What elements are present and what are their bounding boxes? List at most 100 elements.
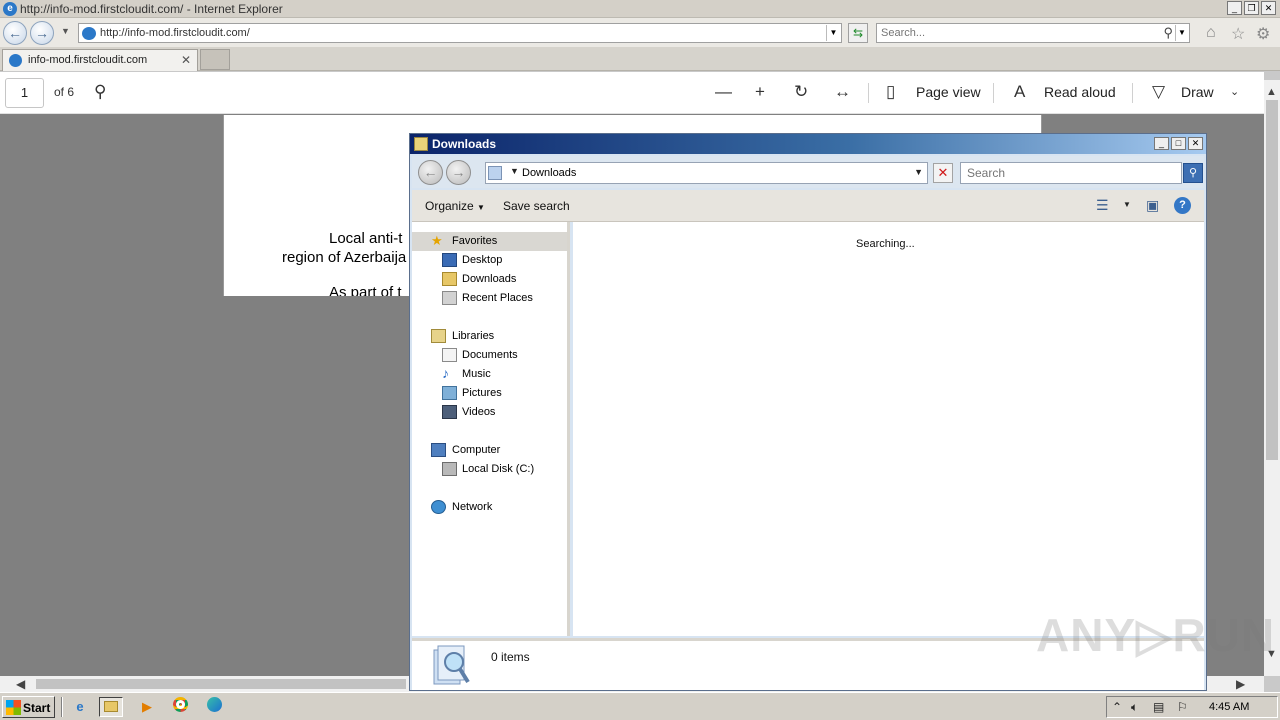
fit-width-icon[interactable]: ↔: [834, 82, 851, 102]
system-tray: ⌃ 🔈︎ ▤ ⚐ 4:45 AM: [1106, 696, 1278, 718]
address-dropdown-icon[interactable]: ▼: [826, 25, 840, 41]
tab-label: info-mod.firstcloudit.com: [28, 54, 148, 66]
sidebar-item-label: Downloads: [462, 273, 517, 285]
search-icon[interactable]: ⚲: [1163, 25, 1173, 41]
save-search-button[interactable]: Save search: [503, 199, 570, 213]
sidebar-item-label: Desktop: [462, 254, 503, 266]
music-icon: ♪: [442, 365, 449, 381]
minimize-button[interactable]: _: [1227, 1, 1242, 15]
forward-button[interactable]: →: [30, 21, 54, 45]
sidebar-item-downloads[interactable]: Downloads: [412, 270, 567, 289]
sidebar-item-network[interactable]: Network: [412, 498, 567, 517]
scroll-up-icon[interactable]: ▲: [1266, 86, 1277, 98]
maximize-button[interactable]: □: [1171, 137, 1186, 150]
chevron-down-icon[interactable]: ▼: [1123, 200, 1131, 209]
zoom-out-icon[interactable]: —: [715, 82, 732, 102]
view-options-icon[interactable]: ☰: [1096, 197, 1109, 214]
page-view-icon[interactable]: ▯: [886, 82, 895, 102]
rotate-icon[interactable]: ↻: [794, 82, 808, 102]
chrome-icon[interactable]: [168, 697, 192, 717]
gear-icon[interactable]: ⚙: [1256, 24, 1270, 44]
media-player-icon[interactable]: ▶: [135, 697, 159, 717]
downloads-folder-icon: [442, 272, 457, 286]
search-folder-icon: [433, 645, 470, 685]
organize-label: Organize: [425, 199, 474, 213]
read-aloud-button[interactable]: Read aloud: [1044, 84, 1116, 100]
sidebar-item-videos[interactable]: Videos: [412, 403, 567, 422]
sidebar-item-libraries[interactable]: Libraries: [412, 327, 567, 346]
network-status-icon[interactable]: ▤: [1153, 700, 1164, 714]
folder-icon: [104, 701, 118, 712]
close-button[interactable]: ✕: [1261, 1, 1276, 15]
read-aloud-icon[interactable]: A: [1014, 82, 1025, 102]
browser-search-box[interactable]: ⚲ ▼: [876, 23, 1190, 43]
address-text[interactable]: http://info-mod.firstcloudit.com/: [100, 27, 250, 39]
sidebar-item-desktop[interactable]: Desktop: [412, 251, 567, 270]
explorer-search-box[interactable]: [960, 162, 1182, 184]
page-number-input[interactable]: 1: [5, 78, 44, 108]
stop-button[interactable]: ✕: [933, 163, 953, 183]
help-icon[interactable]: ?: [1174, 197, 1191, 214]
documents-icon: [442, 348, 457, 362]
vertical-scrollbar[interactable]: ▲ ▼: [1264, 80, 1280, 676]
minimize-button[interactable]: _: [1154, 137, 1169, 150]
draw-button[interactable]: Draw: [1181, 84, 1214, 100]
sidebar-item-favorites[interactable]: ★ Favorites: [412, 232, 567, 251]
address-dropdown-icon[interactable]: ▼: [914, 167, 923, 177]
refresh-button[interactable]: ⇆: [848, 23, 868, 43]
back-button[interactable]: ←: [418, 160, 443, 185]
show-hidden-icons-icon[interactable]: ⌃: [1112, 700, 1122, 714]
history-dropdown-icon[interactable]: ▼: [61, 26, 70, 36]
zoom-in-icon[interactable]: +: [755, 82, 765, 102]
breadcrumb[interactable]: Downloads: [522, 167, 576, 179]
sidebar-item-recent-places[interactable]: Recent Places: [412, 289, 567, 308]
tab-close-icon[interactable]: ✕: [181, 53, 191, 67]
sidebar-item-local-disk[interactable]: Local Disk (C:): [412, 460, 567, 479]
computer-icon: [431, 443, 446, 457]
scrollbar-thumb[interactable]: [1266, 100, 1278, 460]
favorites-star-icon[interactable]: ☆: [1231, 24, 1245, 44]
document-text-line: Local anti-t: [329, 230, 403, 247]
search-button[interactable]: ⚲: [1183, 163, 1203, 183]
forward-button[interactable]: →: [446, 160, 471, 185]
sidebar-item-computer[interactable]: Computer: [412, 441, 567, 460]
forward-arrow-icon: →: [451, 164, 466, 180]
stop-icon: ✕: [937, 165, 949, 180]
edge-icon[interactable]: [202, 697, 226, 717]
local-disk-icon: [442, 462, 457, 476]
new-tab-button[interactable]: [200, 49, 230, 70]
toolbar-divider: [868, 83, 869, 103]
search-dropdown-icon[interactable]: ▼: [1175, 25, 1188, 41]
breadcrumb-arrow-icon[interactable]: ▼: [510, 166, 519, 176]
back-button[interactable]: ←: [3, 21, 27, 45]
restore-button[interactable]: ❐: [1244, 1, 1259, 15]
file-list-pane[interactable]: Searching...: [573, 222, 1204, 636]
sidebar-item-music[interactable]: ♪ Music: [412, 365, 567, 384]
scrollbar-thumb[interactable]: [36, 679, 406, 689]
action-center-flag-icon[interactable]: ⚐: [1177, 700, 1188, 714]
scroll-right-icon[interactable]: ▶: [1236, 677, 1245, 691]
start-button[interactable]: Start: [2, 696, 55, 718]
close-button[interactable]: ✕: [1188, 137, 1203, 150]
preview-pane-icon[interactable]: ▣: [1146, 197, 1159, 214]
page-view-button[interactable]: Page view: [916, 84, 981, 100]
browser-tab[interactable]: info-mod.firstcloudit.com ✕: [2, 49, 198, 71]
scroll-left-icon[interactable]: ◀: [16, 677, 25, 691]
browser-search-input[interactable]: [881, 26, 1151, 40]
explorer-taskbar-icon[interactable]: [99, 697, 123, 717]
explorer-search-input[interactable]: [967, 166, 1173, 180]
find-icon[interactable]: ⚲: [94, 82, 106, 102]
sidebar-item-pictures[interactable]: Pictures: [412, 384, 567, 403]
address-bar[interactable]: http://info-mod.firstcloudit.com/ ▼: [78, 23, 842, 43]
explorer-address-bar[interactable]: ▼ Downloads ▼: [485, 162, 928, 184]
recent-places-icon: [442, 291, 457, 305]
organize-button[interactable]: Organize ▼: [425, 199, 485, 213]
ie-taskbar-icon[interactable]: e: [68, 697, 92, 717]
sidebar-item-documents[interactable]: Documents: [412, 346, 567, 365]
chevron-down-icon[interactable]: ⌄: [1230, 85, 1239, 98]
back-arrow-icon: ←: [423, 164, 438, 180]
draw-icon[interactable]: ▽: [1152, 82, 1165, 102]
volume-icon[interactable]: 🔈︎: [1131, 700, 1138, 715]
home-icon[interactable]: ⌂: [1206, 24, 1216, 42]
watermark-logo: ANY▷RUN: [1036, 609, 1276, 661]
